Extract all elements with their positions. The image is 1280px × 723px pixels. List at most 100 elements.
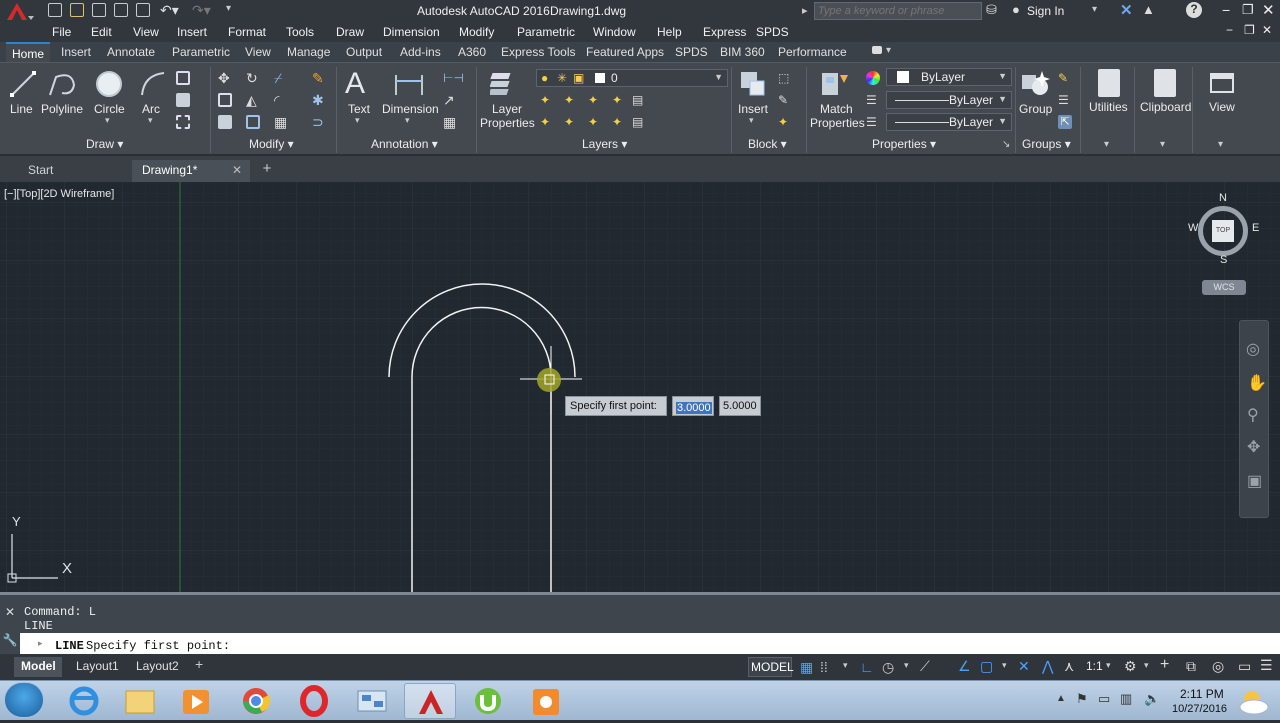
object-snap-icon[interactable]: ▢ xyxy=(980,658,993,675)
tab-bim360[interactable]: BIM 360 xyxy=(720,45,765,59)
taskbar-utorrent-icon[interactable] xyxy=(462,683,514,719)
lineweight-icon[interactable]: ☰ xyxy=(866,115,880,129)
quick-access-dropdown-icon[interactable]: ▾ xyxy=(226,3,231,14)
new-file-icon[interactable] xyxy=(48,3,62,17)
draw-panel-title[interactable]: Draw ▾ xyxy=(86,137,123,151)
compass-north[interactable]: N xyxy=(1219,192,1227,204)
tray-network-icon[interactable]: ▥ xyxy=(1120,691,1132,707)
polyline-icon[interactable] xyxy=(46,69,80,99)
layer-tool-5-icon[interactable]: ▤ xyxy=(632,93,646,107)
layer-tool-10-icon[interactable]: ▤ xyxy=(632,115,646,129)
tab-output[interactable]: Output xyxy=(346,45,382,59)
circle-button-label[interactable]: Circle xyxy=(94,102,125,116)
tab-featured-apps[interactable]: Featured Apps xyxy=(586,45,664,59)
tray-volume-icon[interactable]: 🔈 xyxy=(1144,691,1160,707)
mirror-icon[interactable]: ◭ xyxy=(246,93,260,107)
osnap-dropdown-icon[interactable]: ▾ xyxy=(1002,660,1007,671)
layer-tool-2-icon[interactable]: ✦ xyxy=(564,93,578,107)
dimension-button-label[interactable]: Dimension xyxy=(382,102,439,116)
menu-window[interactable]: Window xyxy=(593,25,636,39)
show-hidden-icons-icon[interactable]: ▲ xyxy=(1056,693,1066,704)
match-properties-label-1[interactable]: Match xyxy=(820,102,853,116)
workspace-dropdown-icon[interactable]: ▾ xyxy=(1144,660,1149,671)
utilities-icon[interactable] xyxy=(1098,69,1120,97)
clock-time[interactable]: 2:11 PM xyxy=(1180,687,1224,701)
layout-tab-model[interactable]: Model xyxy=(14,657,62,677)
create-block-icon[interactable]: ⬚ xyxy=(778,71,792,85)
open-file-icon[interactable] xyxy=(70,3,84,17)
leader-icon[interactable]: ↗ xyxy=(443,93,457,107)
menu-restore-button[interactable]: ❐ xyxy=(1244,23,1255,37)
clean-screen-icon[interactable]: ▭ xyxy=(1238,658,1251,675)
customization-icon[interactable]: ☰ xyxy=(1260,657,1273,674)
close-tab-icon[interactable]: ✕ xyxy=(232,163,242,177)
clipboard-dropdown-icon[interactable]: ▾ xyxy=(1160,139,1165,150)
drawing-viewport[interactable]: [−][Top][2D Wireframe] Y X Specify first… xyxy=(0,182,1280,592)
close-button[interactable]: ✕ xyxy=(1262,1,1275,19)
user-icon[interactable]: ● xyxy=(1012,2,1020,17)
compass-south[interactable]: S xyxy=(1220,254,1227,266)
rotate-icon[interactable]: ↻ xyxy=(246,71,260,85)
viewport-controls-label[interactable]: [−][Top][2D Wireframe] xyxy=(4,188,114,200)
layer-properties-label-2[interactable]: Properties xyxy=(480,116,535,130)
search-dropdown-icon[interactable]: ▸ xyxy=(802,4,808,17)
restore-button[interactable]: ❐ xyxy=(1242,2,1254,18)
object-snap-tracking-icon[interactable]: ∠ xyxy=(958,658,971,675)
minimize-button[interactable]: − xyxy=(1222,2,1230,18)
save-icon[interactable] xyxy=(92,3,106,17)
snap-dropdown-icon[interactable]: ▾ xyxy=(843,660,848,671)
steering-wheel-icon[interactable]: ◎ xyxy=(1246,339,1260,359)
trim-icon[interactable]: ⌿ xyxy=(274,71,288,85)
text-icon[interactable]: A xyxy=(345,67,365,101)
ungroup-icon[interactable]: ✎ xyxy=(1058,71,1072,85)
tab-add-ins[interactable]: Add-ins xyxy=(400,45,441,59)
tab-manage[interactable]: Manage xyxy=(287,45,330,59)
polar-icon[interactable]: ◷ xyxy=(882,659,894,676)
drawing1-tab[interactable]: Drawing1* ✕ xyxy=(132,160,250,182)
pan-icon[interactable]: ✋ xyxy=(1247,373,1267,393)
new-tab-button[interactable]: + xyxy=(258,161,276,179)
menu-insert[interactable]: Insert xyxy=(177,25,207,39)
viewcube-top-face[interactable]: TOP xyxy=(1212,220,1234,242)
tab-parametric[interactable]: Parametric xyxy=(172,45,230,59)
utilities-dropdown-icon[interactable]: ▾ xyxy=(1104,139,1109,150)
annotation-scale-value[interactable]: 1:1 xyxy=(1086,659,1103,673)
text-dropdown-icon[interactable]: ▾ xyxy=(355,115,360,126)
block-panel-title[interactable]: Block ▾ xyxy=(748,137,787,151)
tab-home[interactable]: Home xyxy=(6,42,51,62)
linetype-icon[interactable]: ☰ xyxy=(866,93,880,107)
taskbar-ie-icon[interactable] xyxy=(58,683,110,719)
menu-spds[interactable]: SPDS xyxy=(756,25,789,39)
orbit-icon[interactable]: ✥ xyxy=(1247,437,1260,457)
clipboard-button-label[interactable]: Clipboard xyxy=(1140,100,1191,114)
polyline-button-label[interactable]: Polyline xyxy=(41,102,83,116)
layer-dropdown[interactable]: ● ✳ ▣ 0 ▼ xyxy=(536,69,728,87)
menu-draw[interactable]: Draw xyxy=(336,25,364,39)
snap-mode-icon[interactable]: ⁞⁞ xyxy=(820,659,828,675)
tray-flag-icon[interactable]: ⚑ xyxy=(1076,691,1088,707)
ortho-icon[interactable]: ∟ xyxy=(860,659,874,675)
dynamic-input-x-field[interactable]: 3.0000 xyxy=(672,396,714,416)
tab-annotate[interactable]: Annotate xyxy=(107,45,155,59)
menu-modify[interactable]: Modify xyxy=(459,25,494,39)
arc-icon[interactable] xyxy=(138,69,168,99)
dimension-dropdown-icon[interactable]: ▾ xyxy=(405,115,410,126)
menu-minimize-button[interactable]: − xyxy=(1226,23,1233,37)
array-icon[interactable]: ▦ xyxy=(274,115,288,129)
insert-dropdown-icon[interactable]: ▾ xyxy=(749,115,754,126)
hatch-icon[interactable] xyxy=(176,93,190,107)
layer-properties-label-1[interactable]: Layer xyxy=(492,102,522,116)
menu-express[interactable]: Express xyxy=(703,25,746,39)
ribbon-options-dropdown-icon[interactable]: ▾ xyxy=(886,45,891,56)
layout-tab-layout2[interactable]: Layout2 xyxy=(136,659,179,673)
modify-panel-title[interactable]: Modify ▾ xyxy=(249,137,294,151)
dimension-icon[interactable] xyxy=(392,71,426,97)
view-dropdown-icon[interactable]: ▾ xyxy=(1218,139,1223,150)
wcs-menu-button[interactable]: WCS xyxy=(1202,280,1246,295)
menu-dimension[interactable]: Dimension xyxy=(383,25,440,39)
layer-tool-8-icon[interactable]: ✦ xyxy=(588,115,602,129)
undo-icon[interactable]: ↶▾ xyxy=(160,2,179,19)
explode-icon[interactable]: ✱ xyxy=(312,93,326,107)
tray-display-icon[interactable]: ▭ xyxy=(1098,691,1110,707)
erase-icon[interactable]: ✎ xyxy=(312,71,326,85)
